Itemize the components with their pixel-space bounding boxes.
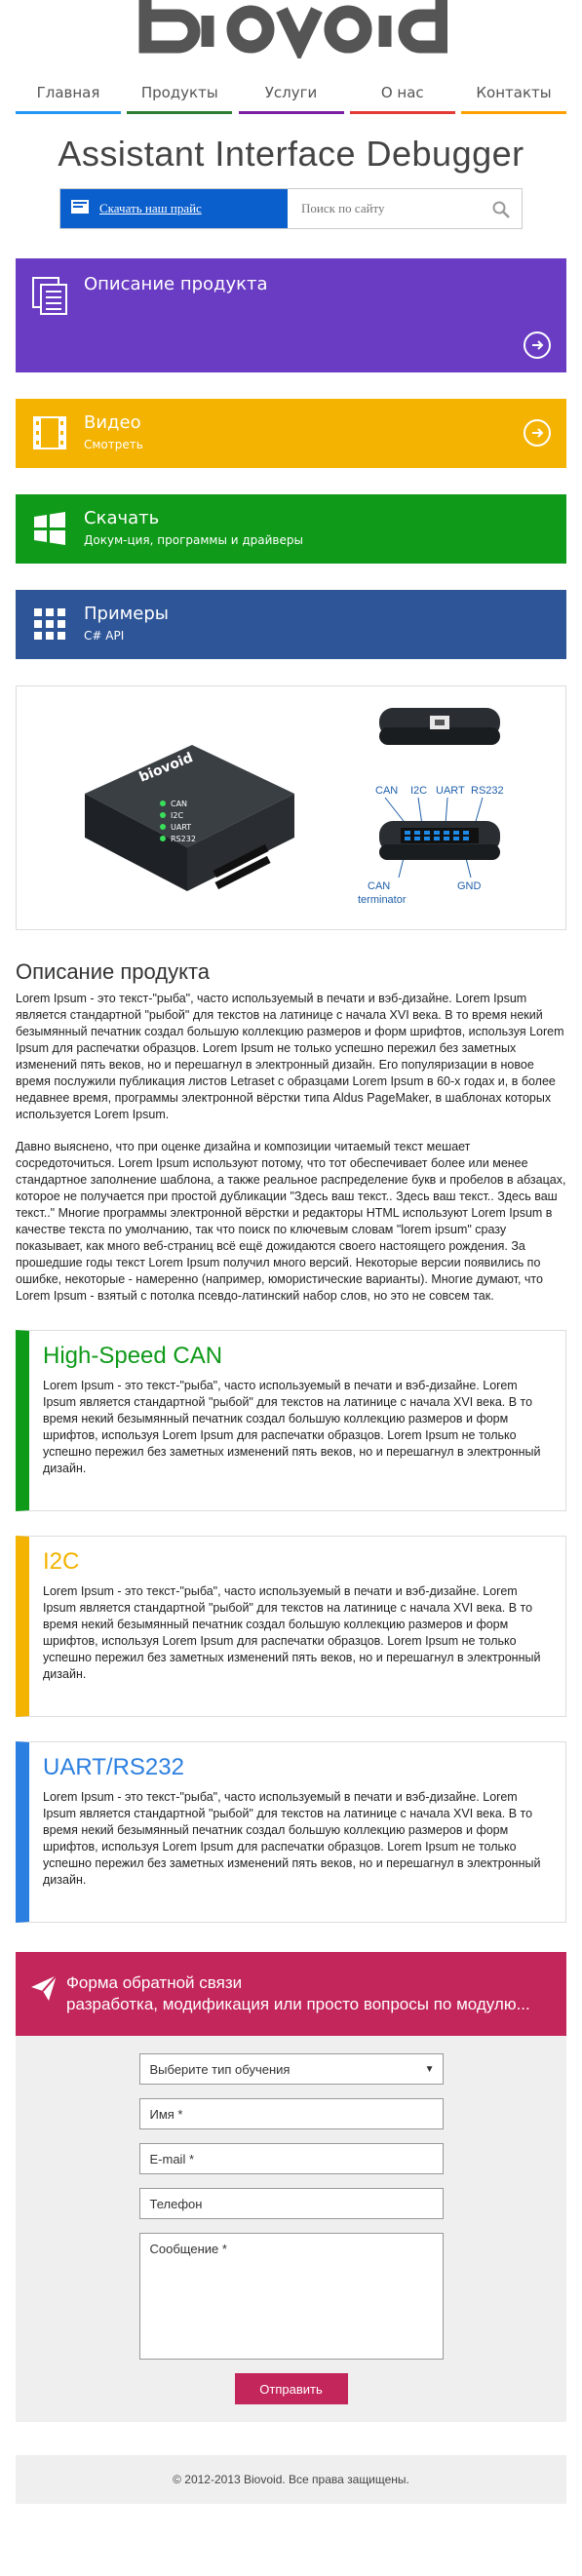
nav-contacts[interactable]: Контакты: [461, 76, 566, 114]
tile-title: Описание продукта: [84, 274, 268, 294]
windows-icon: [31, 510, 68, 551]
feature-title: UART/RS232: [43, 1754, 184, 1780]
search-icon[interactable]: [492, 201, 510, 222]
pages-icon: [31, 276, 70, 319]
logo[interactable]: [0, 0, 582, 72]
submit-button[interactable]: Отправить: [234, 2373, 348, 2404]
led-label: CAN: [171, 800, 187, 808]
arrow-right-icon[interactable]: [524, 332, 551, 359]
port-label: I2C: [410, 785, 427, 797]
form-title: Форма обратной связи: [66, 1973, 243, 1992]
device-illustration: biovoid CAN I2C UART RS232 CAN I2C UART …: [85, 708, 504, 906]
description-paragraph: Давно выяснено, что при оценке дизайна и…: [16, 1140, 566, 1303]
feature-text: Lorem Ipsum - это текст-"рыба", часто ис…: [43, 1584, 541, 1681]
nav-services[interactable]: Услуги: [238, 76, 344, 114]
feature-title: High-Speed CAN: [43, 1343, 223, 1369]
tile-description[interactable]: Описание продукта: [16, 258, 566, 372]
led-label: UART: [171, 823, 191, 832]
port-label: CAN: [375, 785, 398, 797]
form-subtitle: разработка, модификация или просто вопро…: [66, 1995, 530, 2013]
email-field[interactable]: E-mail *: [138, 2143, 444, 2174]
nav-home[interactable]: Главная: [16, 76, 121, 114]
led-label: RS232: [171, 835, 196, 843]
product-image: biovoid CAN I2C UART RS232 CAN I2C UART …: [16, 685, 566, 930]
nav-about[interactable]: О нас: [349, 76, 455, 114]
search-input[interactable]: [288, 189, 522, 228]
tile-title: Скачать: [84, 508, 160, 528]
tile-subtitle: Докум-ция, программы и драйверы: [84, 533, 303, 547]
port-label: terminator: [358, 894, 407, 906]
nav-products[interactable]: Продукты: [127, 76, 233, 114]
select-value: Выберите тип обучения: [149, 2061, 291, 2077]
tile-download[interactable]: Скачать Докум-ция, программы и драйверы: [16, 494, 566, 564]
port-label: GND: [457, 880, 482, 892]
feedback-form-header: Форма обратной связи разработка, модифик…: [16, 1952, 566, 2036]
send-icon: [29, 1973, 58, 2007]
feature-card-i2c: I2C Lorem Ipsum - это текст-"рыба", част…: [16, 1536, 566, 1717]
arrow-right-icon[interactable]: [524, 419, 551, 447]
feature-text: Lorem Ipsum - это текст-"рыба", часто ис…: [43, 1379, 541, 1475]
tile-title: Видео: [84, 412, 141, 433]
port-label: CAN: [368, 880, 390, 892]
port-label: UART: [436, 785, 465, 797]
page-title: Assistant Interface Debugger: [58, 134, 524, 174]
grid-icon: [31, 605, 68, 646]
support-icon: [70, 199, 90, 218]
tile-subtitle: Смотреть: [84, 438, 143, 451]
biovoid-logo: [138, 0, 447, 59]
feature-text: Lorem Ipsum - это текст-"рыба", часто ис…: [43, 1790, 541, 1887]
footer: © 2012-2013 Biovoid. Все права защищены.: [16, 2455, 566, 2504]
search-bar: Скачать наш прайс: [59, 188, 523, 229]
tile-examples[interactable]: Примеры C# API: [16, 590, 566, 659]
led-label: I2C: [171, 811, 183, 820]
tile-subtitle: C# API: [84, 629, 125, 643]
tile-video[interactable]: Видео Смотреть: [16, 399, 566, 468]
port-label: RS232: [471, 785, 504, 797]
description-heading: Описание продукта: [16, 959, 211, 984]
message-field[interactable]: Сообщение *: [138, 2233, 444, 2360]
feedback-form: Выберите тип обучения ▼ Имя * E-mail * Т…: [16, 2036, 566, 2422]
description-paragraph: Lorem Ipsum - это текст-"рыба", часто ис…: [16, 992, 564, 1121]
support-box: Скачать наш прайс: [60, 189, 288, 228]
film-icon: [31, 414, 68, 455]
dropdown-arrow-icon: ▼: [424, 2063, 435, 2075]
tile-title: Примеры: [84, 604, 169, 624]
phone-field[interactable]: Телефон: [138, 2188, 444, 2219]
feature-card-can: High-Speed CAN Lorem Ipsum - это текст-"…: [16, 1330, 566, 1511]
name-field[interactable]: Имя *: [138, 2098, 444, 2129]
price-download-link[interactable]: Скачать наш прайс: [99, 201, 202, 216]
feature-card-uart: UART/RS232 Lorem Ipsum - это текст-"рыба…: [16, 1741, 566, 1923]
main-nav: Главная Продукты Услуги О нас Контакты: [0, 76, 582, 114]
training-type-select[interactable]: Выберите тип обучения ▼: [138, 2053, 444, 2085]
copyright-text: © 2012-2013 Biovoid. Все права защищены.: [173, 2473, 409, 2486]
feature-title: I2C: [43, 1548, 80, 1575]
search-field: [288, 189, 522, 228]
